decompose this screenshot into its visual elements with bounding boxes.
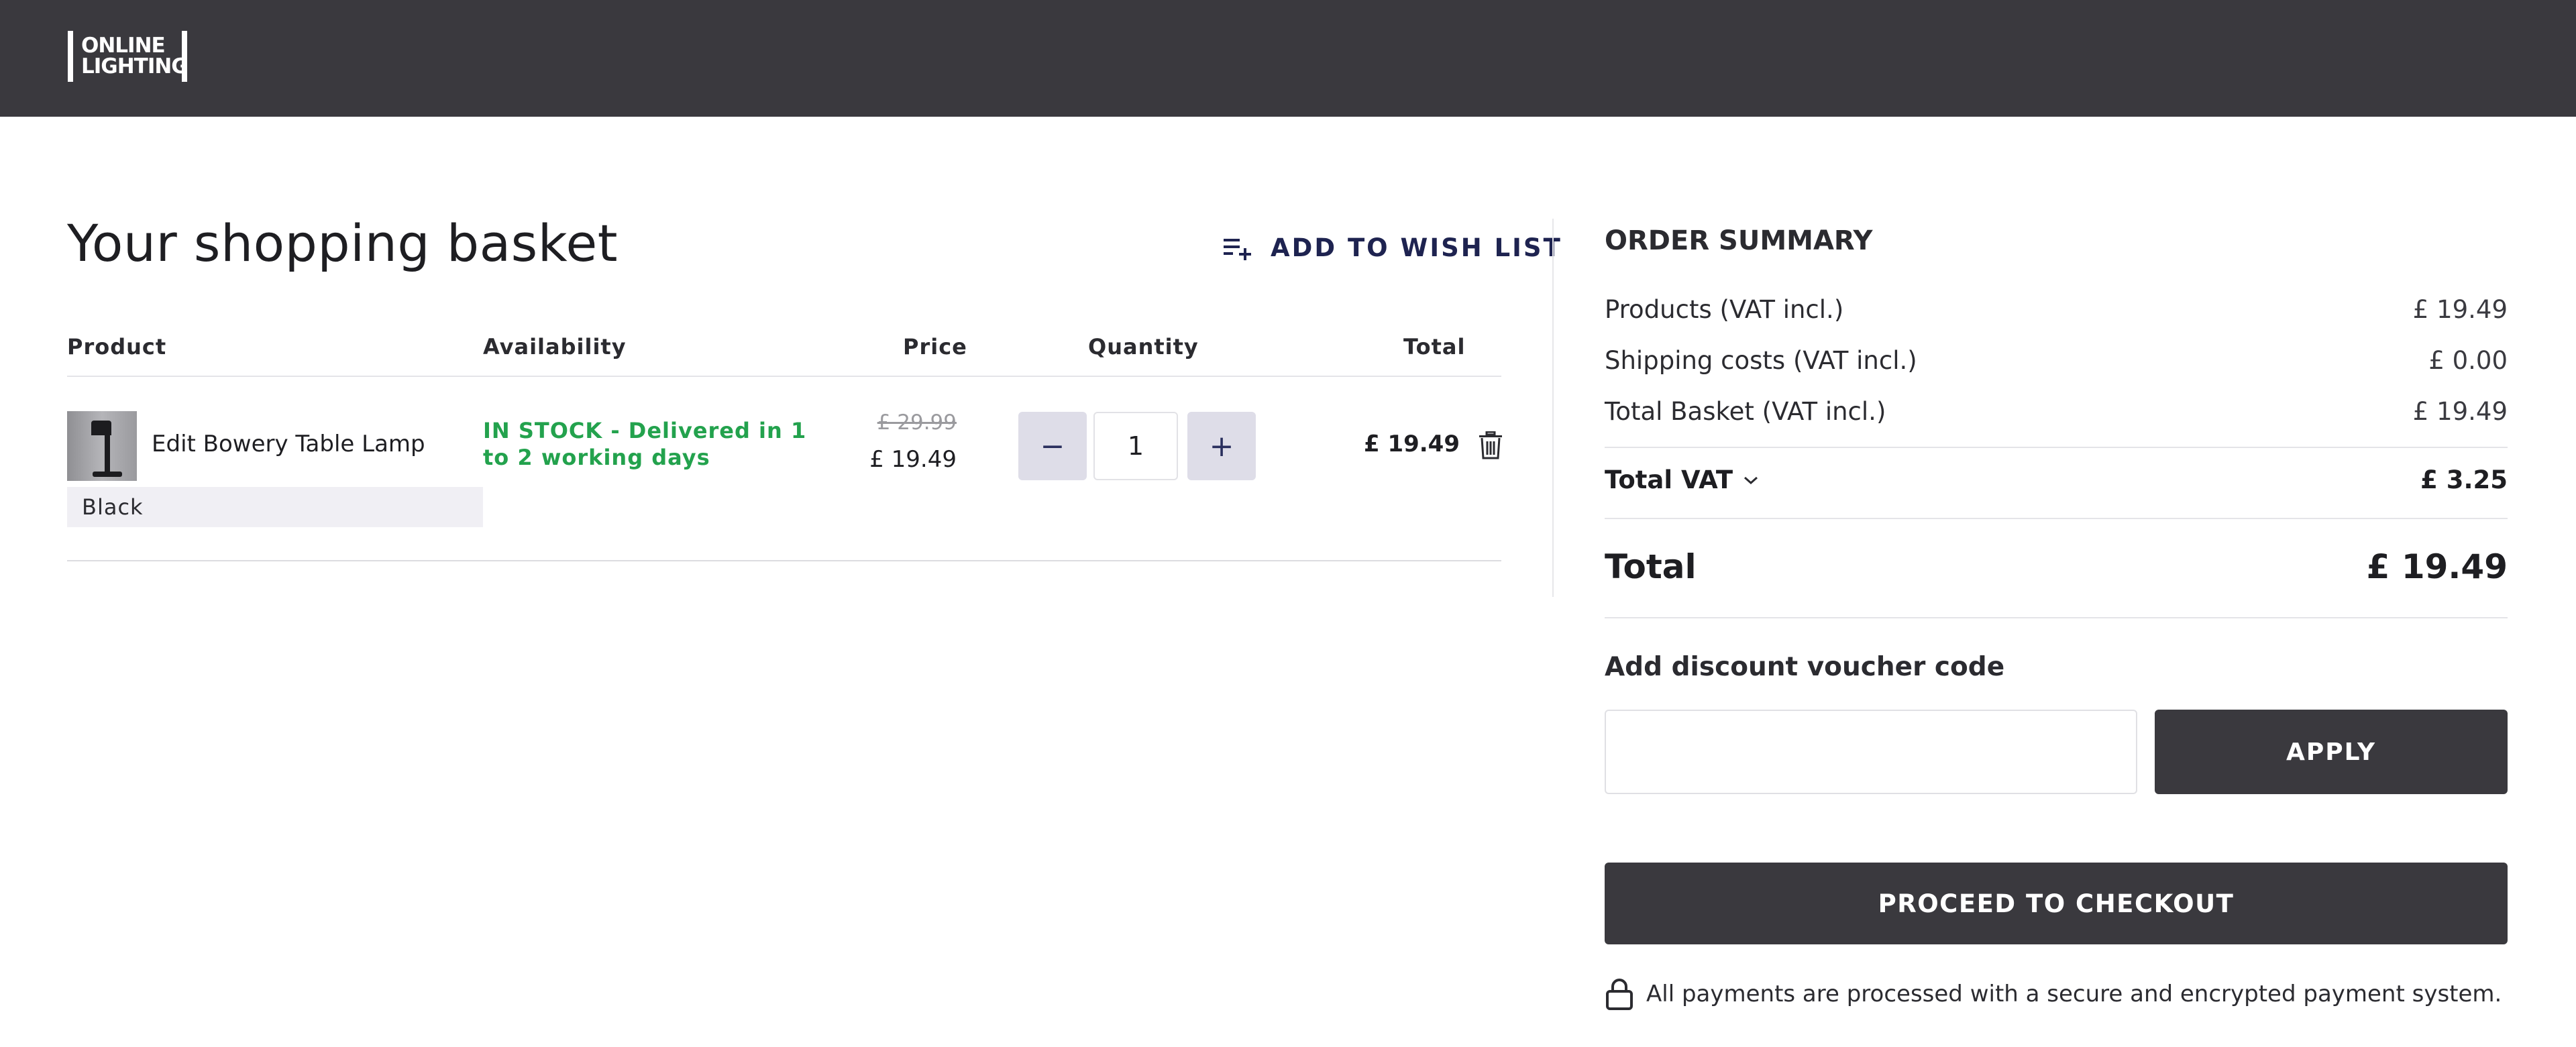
chevron-down-icon [1744, 476, 1758, 484]
lock-icon [1606, 979, 1633, 1010]
quantity-input[interactable] [1093, 412, 1178, 480]
summary-divider [1605, 518, 2508, 519]
wish-list-label: ADD TO WISH LIST [1271, 233, 1562, 262]
increase-quantity-button[interactable]: + [1187, 412, 1256, 480]
trash-icon[interactable] [1479, 431, 1503, 459]
summary-value: £ 0.00 [2428, 346, 2508, 375]
original-price: £ 29.99 [877, 410, 957, 435]
summary-label: Products (VAT incl.) [1605, 295, 1844, 324]
line-total: £ 19.49 [1363, 431, 1460, 457]
summary-divider [1605, 447, 2508, 448]
grand-total-label: Total [1605, 547, 1697, 586]
summary-row-products: Products (VAT incl.) £ 19.49 [1605, 295, 2508, 324]
secure-payment-note: All payments are processed with a secure… [1605, 978, 2502, 1010]
summary-divider [1605, 617, 2508, 618]
grand-total-row: Total £ 19.49 [1605, 547, 2508, 586]
summary-value: £ 19.49 [2412, 397, 2508, 426]
column-header-total: Total [1403, 334, 1466, 360]
total-vat-toggle[interactable]: Total VAT £ 3.25 [1605, 465, 2508, 494]
apply-discount-button[interactable]: APPLY [2155, 710, 2508, 794]
grand-total-value: £ 19.49 [2366, 547, 2508, 586]
discount-code-label: Add discount voucher code [1605, 652, 2005, 682]
summary-value: £ 19.49 [2412, 295, 2508, 324]
summary-label: Total Basket (VAT incl.) [1605, 397, 1886, 426]
product-thumbnail[interactable] [67, 411, 137, 481]
proceed-to-checkout-button[interactable]: PROCEED TO CHECKOUT [1605, 863, 2508, 944]
total-vat-label: Total VAT [1605, 465, 1733, 494]
summary-row-shipping: Shipping costs (VAT incl.) £ 0.00 [1605, 346, 2508, 375]
product-variant-badge: Black [67, 487, 483, 527]
column-header-quantity: Quantity [1088, 334, 1199, 360]
summary-row-basket: Total Basket (VAT incl.) £ 19.49 [1605, 397, 2508, 426]
product-name[interactable]: Edit Bowery Table Lamp [152, 431, 425, 457]
decrease-quantity-button[interactable]: − [1018, 412, 1087, 480]
secure-payment-text: All payments are processed with a secure… [1646, 981, 2502, 1007]
playlist-add-icon [1224, 238, 1251, 260]
column-header-product: Product [67, 334, 167, 360]
availability-status: IN STOCK - Delivered in 1 to 2 working d… [483, 418, 807, 470]
items-divider [67, 560, 1501, 561]
total-vat-value: £ 3.25 [2420, 465, 2508, 494]
top-header: ONLINE LIGHTING [0, 0, 2576, 117]
order-summary-title: ORDER SUMMARY [1605, 225, 1873, 256]
logo-line-1: ONLINE [81, 34, 166, 58]
column-separator [1552, 219, 1554, 597]
current-price: £ 19.49 [869, 446, 957, 473]
add-to-wish-list-button[interactable]: ADD TO WISH LIST [1222, 233, 1562, 262]
summary-label: Shipping costs (VAT incl.) [1605, 346, 1917, 375]
discount-code-input[interactable] [1605, 710, 2137, 794]
site-logo[interactable]: ONLINE LIGHTING [68, 31, 189, 82]
logo-line-2: LIGHTING [81, 54, 189, 78]
header-divider [67, 376, 1501, 377]
page-title: Your shopping basket [67, 213, 619, 273]
column-header-price: Price [903, 334, 967, 360]
column-header-availability: Availability [483, 334, 627, 360]
